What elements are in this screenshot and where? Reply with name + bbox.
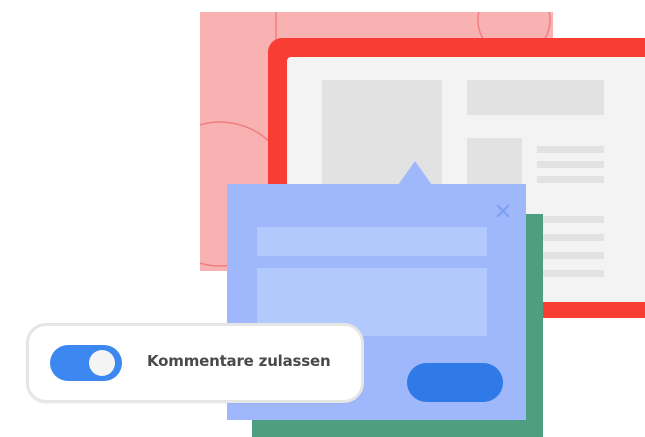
submit-comment-button[interactable] (407, 363, 503, 402)
text-line-placeholder (537, 234, 604, 241)
comment-title-field[interactable] (257, 227, 487, 256)
text-line-placeholder (537, 176, 604, 183)
dialog-pointer (398, 161, 432, 185)
text-line-placeholder (537, 216, 604, 223)
toggle-knob[interactable] (89, 350, 115, 376)
thumbnail-placeholder (467, 138, 522, 188)
allow-comments-label: Kommentare zulassen (147, 352, 331, 370)
text-line-placeholder (537, 252, 604, 259)
text-line-placeholder (537, 161, 604, 168)
header-placeholder (467, 80, 604, 115)
text-line-placeholder (537, 270, 604, 277)
close-icon[interactable] (495, 203, 511, 219)
text-line-placeholder (537, 146, 604, 153)
